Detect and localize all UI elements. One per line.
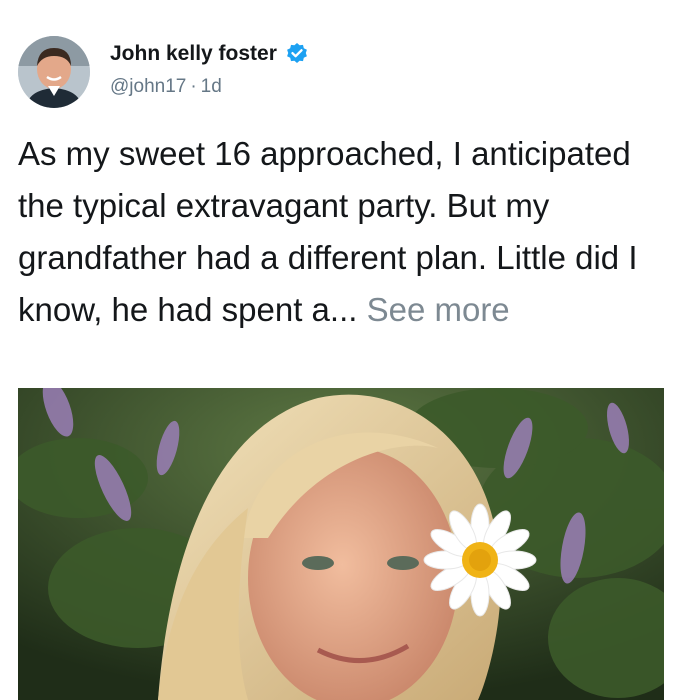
tweet-photo[interactable] [18, 388, 664, 700]
avatar[interactable] [18, 36, 90, 108]
avatar-image [18, 36, 90, 108]
tweet-meta: @john17 · 1d [110, 76, 222, 98]
tweet-header: John kelly foster @john17 · 1d [18, 36, 678, 112]
tweet-timestamp[interactable]: 1d [201, 76, 222, 97]
verified-badge-icon [285, 42, 309, 66]
author-name[interactable]: John kelly foster [110, 42, 277, 66]
meta-separator: · [190, 76, 197, 97]
photo-image [18, 388, 664, 700]
author-row: John kelly foster [110, 42, 309, 66]
see-more-link[interactable]: See more [367, 291, 510, 328]
tweet-body: As my sweet 16 approached, I anticipated… [18, 128, 678, 336]
author-handle[interactable]: @john17 [110, 76, 186, 97]
tweet-body-text: As my sweet 16 approached, I anticipated… [18, 135, 638, 328]
